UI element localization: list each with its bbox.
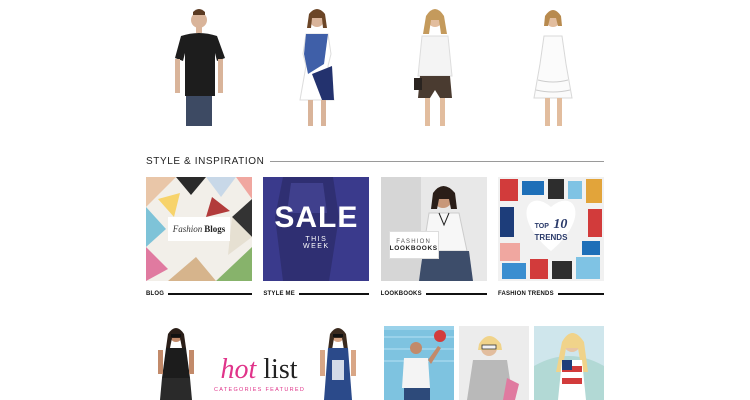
look-image [534,326,604,400]
overlay-text-3: WEEK [303,243,330,250]
caption-rule [557,293,604,295]
hot-list-subtitle: CATEGORIES FEATURED [214,387,306,393]
product-blue-colorblock-dress[interactable] [266,0,368,132]
promo-model-image [158,328,194,400]
tile-image: SALE THIS WEEK [263,177,370,281]
tile-caption: BLOG [146,289,252,299]
tile-caption-label[interactable]: STYLE ME [263,291,295,297]
tile-caption-label[interactable]: FASHION TRENDS [498,291,554,297]
tile-blog[interactable]: Fashion Blogs BLOG [146,177,252,299]
product-white-top-leather-shorts[interactable] [384,0,486,132]
section-heading: STYLE & INSPIRATION [146,154,604,168]
overlay-text-1: TOP [534,223,549,230]
hot-word: hot [220,354,257,385]
overlay-text-2: 10 [553,217,568,232]
tile-overlay-label: SALE THIS WEEK [263,201,369,251]
tile-image: TOP 10 TRENDS [497,177,604,281]
overlay-text-2: THIS [305,236,328,243]
tile-fashion-trends[interactable]: TOP 10 TRENDS FASHION TRENDS [497,177,604,299]
hot-list-promo[interactable]: hot list CATEGORIES FEATURED [146,322,366,400]
hot-list-title: hot list CATEGORIES FEATURED [214,356,306,394]
tile-overlay-label: TOP 10 TRENDS [526,215,576,242]
overlay-text-2: LOOKBOOKS [389,244,438,252]
product-image [266,0,368,132]
promo-model-image [320,328,356,400]
caption-rule [168,293,252,295]
looks-grid [384,326,604,400]
caption-rule [298,293,370,295]
look-image [384,326,454,400]
tile-caption: LOOKBOOKS [381,289,487,299]
section-title: STYLE & INSPIRATION [146,155,265,167]
product-image [384,0,486,132]
tile-image: FASHION LOOKBOOKS [380,177,487,281]
product-white-lace-dress[interactable] [502,0,604,132]
overlay-text-3: TRENDS [534,233,568,242]
section-divider [270,160,604,162]
tile-caption: FASHION TRENDS [498,289,604,299]
tile-lookbooks[interactable]: FASHION LOOKBOOKS LOOKBOOKS [380,177,487,299]
tile-caption-label[interactable]: LOOKBOOKS [381,291,422,297]
look-tile-2[interactable] [459,326,529,400]
product-black-tshirt[interactable] [148,0,250,132]
tile-caption-label[interactable]: BLOG [146,291,164,297]
overlay-text-1: SALE [274,201,359,234]
inspiration-tiles: Fashion Blogs BLOG SALE THIS WEEK STYLE … [146,177,604,299]
look-image [459,326,529,400]
tile-style-me[interactable]: SALE THIS WEEK STYLE ME [263,177,370,299]
look-tile-1[interactable] [384,326,454,400]
tile-overlay-label: Fashion Blogs [168,217,230,241]
product-row [148,0,604,132]
tile-caption: STYLE ME [263,289,370,299]
overlay-text-1: Fashion [172,224,203,234]
product-image [502,0,604,132]
look-tile-3[interactable] [534,326,604,400]
overlay-text-2: Blogs [204,224,226,234]
caption-rule [425,293,487,295]
hot-list-heading: hot list [214,356,304,384]
tile-image: Fashion Blogs [146,177,252,281]
tile-overlay-label: FASHION LOOKBOOKS [388,231,439,259]
list-word: list [263,354,298,385]
product-image [148,0,250,132]
